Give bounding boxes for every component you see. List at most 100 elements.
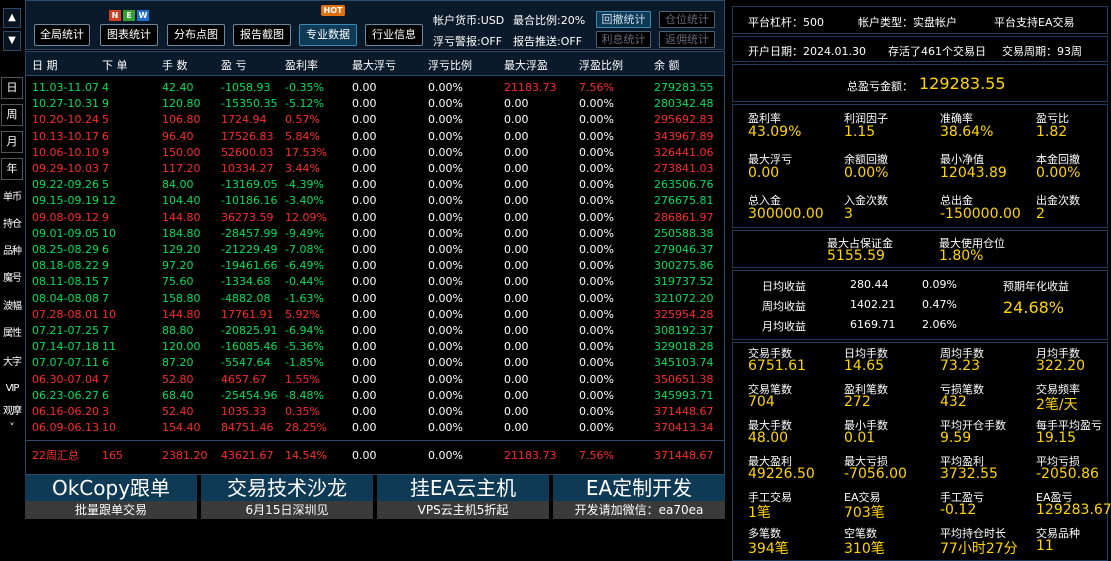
stat-value: 0.00 (748, 165, 780, 181)
sidebar-btn-8[interactable]: 波幅 (1, 297, 23, 319)
table-row[interactable]: 08.04-08.08 7 158.80 -4882.08 -1.63% 0.00 0.00… (26, 291, 724, 307)
industry-info-button[interactable]: 行业信息 (365, 24, 423, 46)
table-row[interactable]: 06.30-07.04 7 52.80 4657.67 1.55% 0.00 0.00% 0.… (26, 372, 724, 388)
table-cell: -8.48% (285, 388, 324, 402)
scroll-up-icon[interactable]: ▲ (3, 8, 21, 28)
table-cell: 0.00 (352, 113, 377, 127)
sidebar-btn-13[interactable]: ˅ (1, 422, 23, 435)
table-cell: -16085.46 (221, 340, 278, 354)
column-header[interactable]: 日 期 (32, 57, 58, 73)
table-row[interactable]: 07.07-07.11 6 87.20 -5547.64 -1.85% 0.00 0.00%… (26, 355, 724, 371)
stat-value: 2 (1036, 206, 1045, 222)
column-header[interactable]: 手 数 (162, 57, 188, 73)
table-cell: 0.00% (579, 259, 614, 273)
table-row[interactable]: 06.09-06.13 10 154.40 84751.46 28.25% 0.00 0.0… (26, 420, 724, 436)
table-row[interactable]: 10.20-10.24 5 106.80 1724.94 0.57% 0.00 0.00% 0… (26, 112, 724, 128)
table-cell: 0.00 (352, 340, 377, 354)
column-header[interactable]: 最大浮盈 (504, 57, 548, 73)
trade-period: 交易周期：93周 (1002, 45, 1082, 58)
banner-0-subtitle[interactable]: 批量跟单交易 (25, 501, 197, 519)
scroll-down-icon[interactable]: ▼ (3, 31, 21, 51)
report-screenshot-button[interactable]: 报告截图 (233, 24, 291, 46)
table-row[interactable]: 08.18-08.22 9 97.20 -19461.66 -6.49% 0.00 0.00… (26, 258, 724, 274)
table-cell: 0.00 (504, 129, 529, 143)
table-cell: 321072.20 (654, 291, 714, 305)
banner-3-title[interactable]: EA定制开发 (553, 475, 725, 501)
column-header[interactable]: 浮亏比例 (428, 57, 472, 73)
column-header[interactable]: 盈 亏 (221, 57, 247, 73)
column-header[interactable]: 余 额 (654, 57, 680, 73)
table-cell: 07.14-07.18 (32, 340, 99, 354)
table-cell: 150.00 (162, 145, 201, 159)
table-row[interactable]: 07.28-08.01 10 144.80 17761.91 5.92% 0.00 0.00… (26, 307, 724, 323)
banner-3-subtitle[interactable]: 开发请加微信：ea70ea (553, 501, 725, 519)
global-stats-button[interactable]: 全局统计 (34, 24, 90, 46)
table-cell: 0.00% (428, 372, 463, 386)
column-header[interactable]: 盈利率 (285, 57, 318, 73)
table-cell: 5 (102, 113, 109, 127)
summary-cell: 2381.20 (162, 449, 208, 462)
table-cell: 0.00% (579, 129, 614, 143)
column-header[interactable]: 最大浮亏 (352, 57, 396, 73)
table-row[interactable]: 10.27-10.31 9 120.80 -15350.35 -5.12% 0.00 0.0… (26, 96, 724, 112)
column-header[interactable]: 浮盈比例 (579, 57, 623, 73)
pro-data-button[interactable]: 专业数据 (299, 24, 357, 46)
income-percent: 0.09% (922, 278, 957, 291)
account-currency: 帐户货币:USD (433, 14, 505, 27)
table-cell: 42.40 (162, 81, 194, 94)
table-row[interactable]: 09.22-09.26 5 84.00 -13169.05 -4.39% 0.00 0.00… (26, 177, 724, 193)
table-row[interactable]: 09.01-09.05 10 184.80 -28457.99 -9.49% 0.00 0.… (26, 226, 724, 242)
stat-value: 1.82 (1036, 124, 1068, 140)
sidebar-btn-1[interactable]: 周 (1, 104, 23, 126)
income-percent: 0.47% (922, 298, 957, 311)
interest-stats-button[interactable]: 利息统计 (596, 31, 651, 48)
table-row[interactable]: 10.06-10.10 9 150.00 52600.03 17.53% 0.00 0.00… (26, 145, 724, 161)
column-header[interactable]: 下 单 (102, 57, 128, 73)
table-cell: 08.25-08.29 (32, 243, 99, 256)
table-row[interactable]: 09.15-09.19 12 104.40 -10186.16 -3.40% 0.00 0.… (26, 193, 724, 209)
sidebar-btn-0[interactable]: 日 (1, 77, 23, 99)
stat-value: 0.00% (844, 165, 889, 181)
trade-stat-value: 272 (844, 394, 871, 410)
trade-stat-value: -0.12 (940, 502, 977, 518)
summary-cell: 7.56% (579, 449, 614, 462)
table-cell: 279046.37 (654, 243, 714, 256)
table-row[interactable]: 06.23-06.27 6 68.40 -25454.96 -8.48% 0.00 0.00… (26, 388, 724, 404)
table-row[interactable]: 07.14-07.18 11 120.00 -16085.46 -5.36% 0.00 0.… (26, 339, 724, 355)
table-row[interactable]: 06.16-06.20 3 52.40 1035.33 0.35% 0.00 0.00% 0.… (26, 404, 724, 420)
stat-value: 43.09% (748, 124, 802, 140)
distribution-button[interactable]: 分布点图 (167, 24, 225, 46)
sidebar-btn-9[interactable]: 属性 (1, 324, 23, 346)
table-cell: 75.60 (162, 275, 194, 289)
table-cell: 117.20 (162, 162, 201, 175)
sidebar-btn-7[interactable]: 魔号 (1, 269, 23, 291)
table-row[interactable]: 08.25-08.29 6 129.20 -21229.49 -7.08% 0.00 0.0… (26, 242, 724, 258)
sidebar-btn-12[interactable]: 观摩 (1, 404, 23, 422)
sidebar-btn-2[interactable]: 月 (1, 131, 23, 153)
rebate-stats-button[interactable]: 返佣统计 (659, 31, 715, 48)
banner-1-title[interactable]: 交易技术沙龙 (201, 475, 373, 501)
float-alert: 浮亏警报:OFF (433, 35, 503, 48)
table-row[interactable]: 09.08-09.12 9 144.80 36273.59 12.09% 0.00 0.00… (26, 210, 724, 226)
table-cell: 0.00 (352, 324, 377, 337)
position-stats-button[interactable]: 仓位统计 (659, 11, 715, 28)
sidebar-btn-6[interactable]: 品种 (1, 242, 23, 264)
table-row[interactable]: 10.13-10.17 6 96.40 17526.83 5.84% 0.00 0.00% 0… (26, 129, 724, 145)
banner-1-subtitle[interactable]: 6月15日深圳见 (201, 501, 373, 519)
banner-2-title[interactable]: 挂EA云主机 (377, 475, 549, 501)
table-row[interactable]: 11.03-11.07 4 42.40 -1058.93 -0.35% 0.00 0.00%… (26, 80, 724, 96)
sidebar-btn-4[interactable]: 单币 (1, 188, 23, 210)
sidebar-btn-3[interactable]: 年 (1, 158, 23, 180)
drawdown-stats-button[interactable]: 回撤统计 (596, 11, 651, 28)
income-label: 周均收益 (762, 300, 806, 313)
table-cell: -1.85% (285, 356, 324, 370)
chart-stats-button[interactable]: 图表统计 (100, 24, 158, 46)
table-row[interactable]: 09.29-10.03 7 117.20 10334.27 3.44% 0.00 0.00%… (26, 161, 724, 177)
table-row[interactable]: 08.11-08.15 7 75.60 -1334.68 -0.44% 0.00 0.00%… (26, 274, 724, 290)
banner-0-title[interactable]: OkCopy跟单 (25, 475, 197, 501)
banner-2-subtitle[interactable]: VPS云主机5折起 (377, 501, 549, 519)
table-row[interactable]: 07.21-07.25 7 88.80 -20825.91 -6.94% 0.00 0.00… (26, 323, 724, 339)
sidebar-btn-11[interactable]: VIP (1, 381, 23, 399)
sidebar-btn-10[interactable]: 大字 (1, 353, 23, 375)
sidebar-btn-5[interactable]: 持仓 (1, 215, 23, 237)
